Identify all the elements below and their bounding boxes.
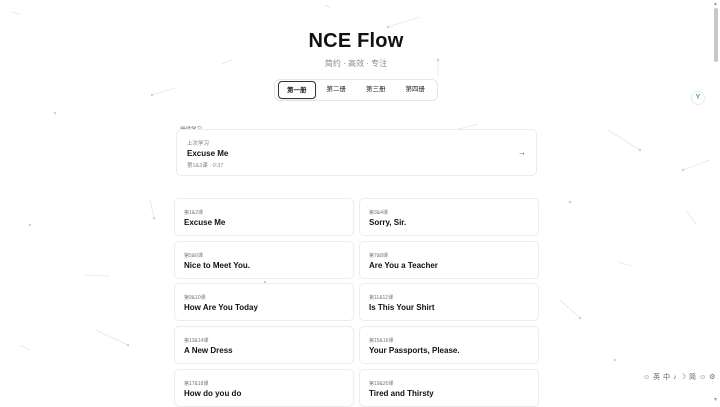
lesson-card[interactable]: 第3&4课 Sorry, Sir.	[359, 198, 539, 236]
ime-toolbar: ☺ 英 中 ♪ ☽ 简 ☺ ⚙	[643, 372, 715, 382]
lesson-title: How do you do	[184, 389, 242, 398]
lesson-number: 第5&6课	[184, 253, 203, 259]
lesson-card[interactable]: 第19&20课 Tired and Thirsty	[359, 369, 539, 407]
arrow-right-icon: →	[518, 148, 526, 157]
ime-chinese-icon[interactable]: 中	[663, 372, 670, 382]
ime-settings-icon[interactable]: ⚙	[709, 373, 715, 381]
lesson-title: How Are You Today	[184, 303, 258, 312]
page-title: NCE Flow	[308, 30, 404, 52]
tab-book-3[interactable]: 第三册	[357, 81, 395, 99]
lesson-number: 第1&2课	[184, 210, 203, 216]
lesson-card[interactable]: 第17&18课 How do you do	[174, 369, 354, 407]
lesson-number: 第9&10课	[184, 295, 206, 301]
ime-smiley-icon[interactable]: ☺	[699, 374, 706, 381]
lesson-number: 第17&18课	[184, 381, 209, 387]
lesson-number: 第3&4课	[369, 210, 388, 216]
lesson-card[interactable]: 第9&10课 How Are You Today	[174, 283, 354, 321]
ime-voice-icon[interactable]: ♪	[673, 374, 677, 381]
continue-lesson-meta: 第1&2课 · 0:37	[187, 163, 224, 169]
continue-lesson-title: Excuse Me	[187, 149, 229, 158]
lesson-title: Sorry, Sir.	[369, 218, 407, 227]
lesson-title: Tired and Thirsty	[369, 389, 434, 398]
lesson-number: 第11&12课	[369, 295, 394, 301]
lesson-card[interactable]: 第13&14课 A New Dress	[174, 326, 354, 364]
lesson-number: 第15&16课	[369, 338, 394, 344]
lesson-card[interactable]: 第15&16课 Your Passports, Please.	[359, 326, 539, 364]
continue-kicker: 上次学习	[187, 141, 210, 147]
lesson-card[interactable]: 第5&6课 Nice to Meet You.	[174, 241, 354, 279]
lesson-title: Are You a Teacher	[369, 261, 438, 270]
page-subtitle: 简约 · 高效 · 专注	[324, 59, 388, 68]
lesson-title: A New Dress	[184, 346, 233, 355]
lesson-number: 第7&8课	[369, 253, 388, 259]
scroll-down-arrow-icon[interactable]: ▼	[713, 397, 718, 403]
ime-english-icon[interactable]: 英	[653, 372, 660, 382]
lesson-title: Your Passports, Please.	[369, 346, 460, 355]
ime-emoji-icon[interactable]: ☺	[643, 374, 650, 381]
ime-simplified-icon[interactable]: 简	[689, 372, 696, 382]
browser-extension-icon[interactable]: Y	[692, 92, 704, 104]
book-tabs: 第一册 第二册 第三册 第四册	[274, 79, 438, 101]
lesson-title: Nice to Meet You.	[184, 261, 250, 270]
lesson-card[interactable]: 第7&8课 Are You a Teacher	[359, 241, 539, 279]
tab-book-4[interactable]: 第四册	[396, 81, 434, 99]
continue-learning-card[interactable]: 上次学习 Excuse Me 第1&2课 · 0:37 →	[176, 129, 537, 176]
lesson-title: Is This Your Shirt	[369, 303, 435, 312]
lesson-number: 第13&14课	[184, 338, 209, 344]
tab-book-1[interactable]: 第一册	[277, 81, 316, 99]
tab-book-2[interactable]: 第二册	[317, 81, 355, 99]
lesson-title: Excuse Me	[184, 218, 226, 227]
lesson-card[interactable]: 第1&2课 Excuse Me	[174, 198, 354, 236]
scroll-up-arrow-icon[interactable]: ▲	[713, 1, 718, 7]
ime-moon-icon[interactable]: ☽	[680, 373, 686, 381]
page-scrollbar-thumb[interactable]	[714, 8, 718, 62]
lesson-number: 第19&20课	[369, 381, 394, 387]
lesson-card[interactable]: 第11&12课 Is This Your Shirt	[359, 283, 539, 321]
